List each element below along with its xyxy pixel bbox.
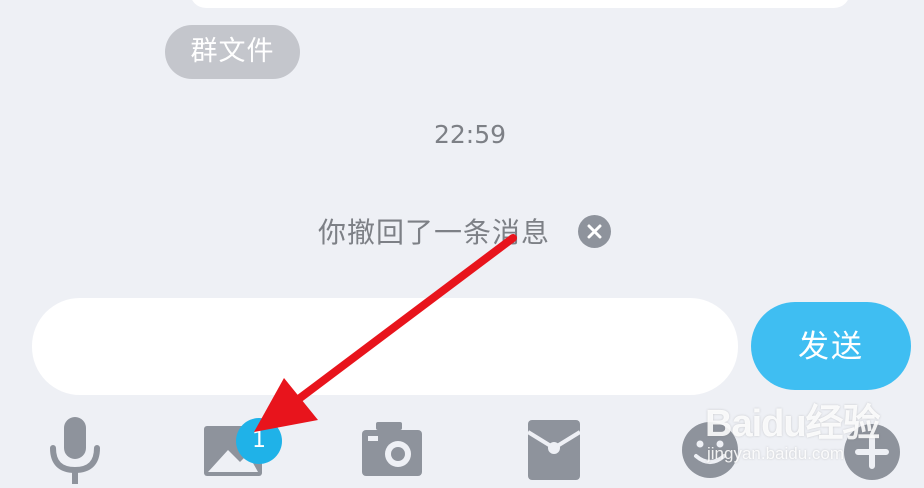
camera-icon <box>362 422 422 476</box>
microphone-icon <box>50 417 100 484</box>
image-count-badge: 1 <box>236 418 282 464</box>
watermark-url: jingyan.baidu.com <box>707 444 845 463</box>
red-packet-icon <box>526 420 582 480</box>
camera-button[interactable] <box>354 412 430 488</box>
recall-notice-text: 你撤回了一条消息 <box>318 216 551 249</box>
watermark-logo: Baidu经验 <box>705 403 881 445</box>
send-button[interactable]: 发送 <box>751 302 911 390</box>
message-input[interactable] <box>32 298 738 395</box>
group-file-chip[interactable]: 群文件 <box>165 25 300 79</box>
red-packet-button[interactable] <box>516 412 592 488</box>
baidu-watermark: Baidu经验 jingyan.baidu.com <box>705 392 915 472</box>
message-timestamp: 22:59 <box>433 120 507 149</box>
previous-message-bubble <box>190 0 850 8</box>
chat-screen: 群文件 22:59 你撤回了一条消息 发送 1 Baidu经验 jingyan.… <box>0 0 924 488</box>
recall-notice: 你撤回了一条消息 <box>318 208 612 254</box>
close-icon[interactable] <box>578 214 612 248</box>
voice-button[interactable] <box>37 412 113 488</box>
